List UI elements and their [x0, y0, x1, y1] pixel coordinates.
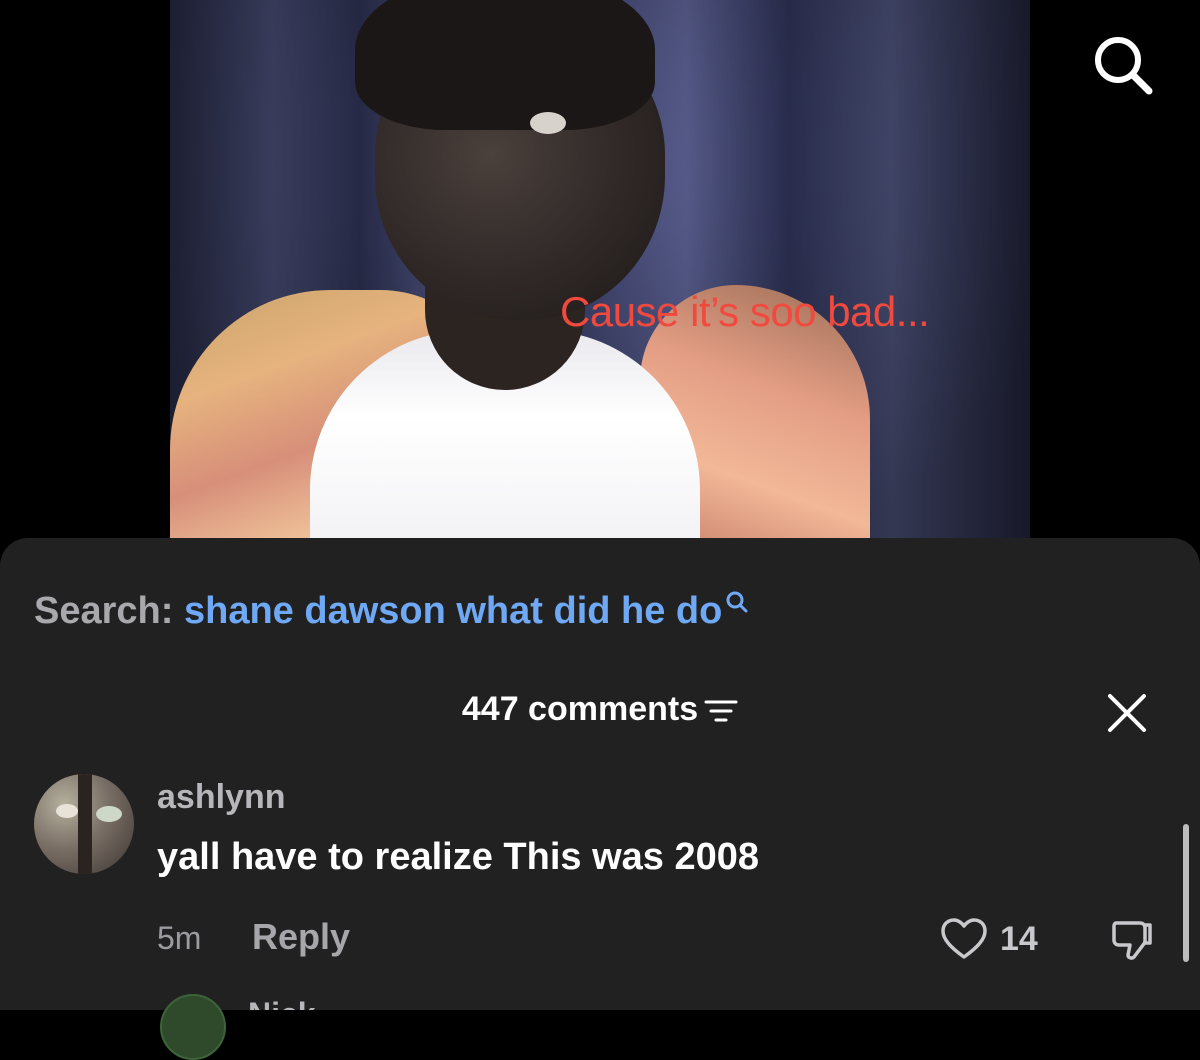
- comment-timestamp: 5m: [157, 920, 202, 956]
- search-suggestion-label: Search:: [34, 590, 174, 632]
- video-player[interactable]: Cause it’s soo bad...: [170, 0, 1030, 540]
- video-cap: [355, 0, 655, 130]
- search-suggestion-query[interactable]: shane dawson what did he do: [184, 590, 722, 632]
- search-suggestion[interactable]: Search: shane dawson what did he do: [34, 590, 750, 633]
- video-caption: Cause it’s soo bad...: [560, 288, 930, 335]
- search-icon[interactable]: [1090, 32, 1154, 96]
- like-count: 14: [1000, 920, 1038, 958]
- close-icon[interactable]: [1106, 692, 1148, 734]
- avatar-eye-right: [96, 806, 122, 822]
- avatar[interactable]: [34, 774, 134, 874]
- avatar-hair: [78, 774, 92, 874]
- comment-username[interactable]: Nick: [248, 996, 316, 1010]
- sort-icon[interactable]: [704, 699, 738, 723]
- dislike-icon[interactable]: [1108, 915, 1156, 963]
- avatar-eye-left: [56, 804, 78, 818]
- search-icon: [726, 591, 748, 613]
- comment-item: ashlynn yall have to realize This was 20…: [0, 770, 1200, 1010]
- video-eye: [530, 112, 566, 134]
- heart-icon[interactable]: [940, 917, 988, 961]
- comment-text: yall have to realize This was 2008: [157, 836, 759, 878]
- reply-button[interactable]: Reply: [252, 916, 350, 958]
- scrollbar[interactable]: [1183, 824, 1189, 962]
- comment-username[interactable]: ashlynn: [157, 778, 285, 817]
- comments-sheet: Search: shane dawson what did he do 447 …: [0, 538, 1200, 1010]
- comments-count: 447 comments: [461, 690, 699, 728]
- avatar[interactable]: [160, 994, 226, 1060]
- comments-header: 447 comments: [0, 690, 1200, 729]
